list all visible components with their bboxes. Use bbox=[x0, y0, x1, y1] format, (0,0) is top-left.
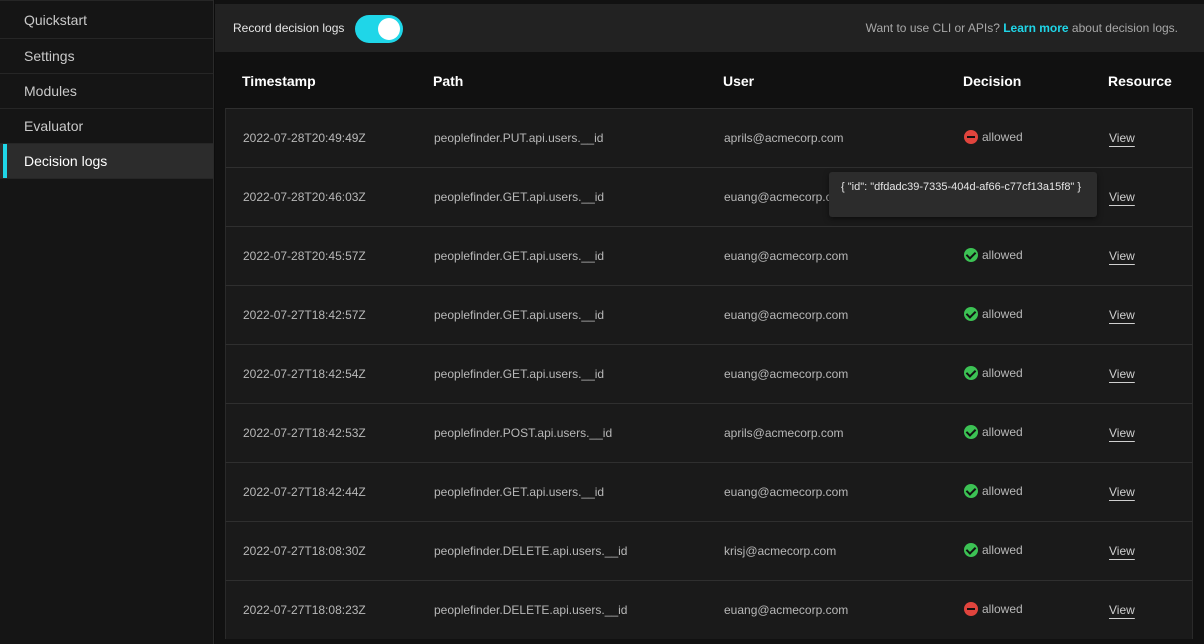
decision-cell: allowed bbox=[964, 543, 1023, 557]
sidebar: Quickstart Settings Modules Evaluator De… bbox=[0, 0, 214, 644]
timestamp-cell: 2022-07-28T20:45:57Z bbox=[243, 249, 366, 263]
user-cell: euang@acmecorp.com bbox=[724, 249, 849, 263]
table-row[interactable]: 2022-07-27T18:42:54Z peoplefinder.GET.api… bbox=[225, 344, 1193, 403]
timestamp-cell: 2022-07-27T18:08:30Z bbox=[243, 544, 366, 558]
decision-text: allowed bbox=[982, 130, 1023, 144]
user-cell: euang@acmecorp.com bbox=[724, 308, 849, 322]
user-cell: euang@acmecorp.com bbox=[724, 367, 849, 381]
timestamp-cell: 2022-07-27T18:42:44Z bbox=[243, 485, 366, 499]
resource-tooltip: { "id": "dfdadc39-7335-404d-af66-c77cf13… bbox=[829, 172, 1097, 217]
decision-text: allowed bbox=[982, 484, 1023, 498]
decision-text: allowed bbox=[982, 248, 1023, 262]
column-header-user: User bbox=[723, 73, 755, 89]
table-row[interactable]: 2022-07-28T20:49:49Z peoplefinder.PUT.api… bbox=[225, 108, 1193, 167]
decision-text: allowed bbox=[982, 602, 1023, 616]
path-cell: peoplefinder.GET.api.users.__id bbox=[434, 190, 605, 204]
view-resource-link[interactable]: View bbox=[1109, 190, 1135, 204]
timestamp-cell: 2022-07-27T18:42:57Z bbox=[243, 308, 366, 322]
view-resource-link[interactable]: View bbox=[1109, 426, 1135, 440]
table-row[interactable]: 2022-07-27T18:42:53Z peoplefinder.POST.ap… bbox=[225, 403, 1193, 462]
table-row[interactable]: 2022-07-27T18:42:44Z peoplefinder.GET.api… bbox=[225, 462, 1193, 521]
app-window: Quickstart Settings Modules Evaluator De… bbox=[0, 0, 1204, 644]
toggle-knob bbox=[378, 18, 400, 40]
path-cell: peoplefinder.GET.api.users.__id bbox=[434, 485, 605, 499]
path-cell: peoplefinder.DELETE.api.users.__id bbox=[434, 603, 628, 617]
help-text: Want to use CLI or APIs? Learn more abou… bbox=[866, 21, 1178, 35]
check-circle-icon bbox=[964, 425, 978, 439]
main-content: Record decision logs Want to use CLI or … bbox=[215, 0, 1204, 644]
sidebar-item-quickstart[interactable]: Quickstart bbox=[0, 0, 213, 39]
user-cell: euang@acmecorp.com bbox=[724, 485, 849, 499]
learn-more-link[interactable]: Learn more bbox=[1003, 21, 1068, 35]
timestamp-cell: 2022-07-27T18:42:54Z bbox=[243, 367, 366, 381]
column-header-resource: Resource bbox=[1108, 73, 1172, 89]
sidebar-item-evaluator[interactable]: Evaluator bbox=[0, 109, 213, 144]
decision-cell: allowed bbox=[964, 307, 1023, 321]
minus-circle-icon bbox=[964, 602, 978, 616]
minus-circle-icon bbox=[964, 130, 978, 144]
decision-cell: allowed bbox=[964, 366, 1023, 380]
view-resource-link[interactable]: View bbox=[1109, 544, 1135, 558]
timestamp-cell: 2022-07-28T20:49:49Z bbox=[243, 131, 366, 145]
column-header-path: Path bbox=[433, 73, 464, 89]
view-resource-link[interactable]: View bbox=[1109, 485, 1135, 499]
user-cell: aprils@acmecorp.com bbox=[724, 131, 844, 145]
path-cell: peoplefinder.GET.api.users.__id bbox=[434, 367, 605, 381]
table-header: Timestamp Path User Decision Resource bbox=[225, 58, 1193, 106]
user-cell: krisj@acmecorp.com bbox=[724, 544, 837, 558]
sidebar-item-modules[interactable]: Modules bbox=[0, 74, 213, 109]
table-row[interactable]: 2022-07-27T18:42:57Z peoplefinder.GET.api… bbox=[225, 285, 1193, 344]
view-resource-link[interactable]: View bbox=[1109, 308, 1135, 322]
view-resource-link[interactable]: View bbox=[1109, 249, 1135, 263]
path-cell: peoplefinder.POST.api.users.__id bbox=[434, 426, 613, 440]
decision-cell: allowed bbox=[964, 130, 1023, 144]
help-prefix: Want to use CLI or APIs? bbox=[865, 21, 1000, 35]
check-circle-icon bbox=[964, 543, 978, 557]
sidebar-item-label: Decision logs bbox=[24, 153, 108, 169]
timestamp-cell: 2022-07-27T18:42:53Z bbox=[243, 426, 366, 440]
decision-cell: allowed bbox=[964, 484, 1023, 498]
path-cell: peoplefinder.DELETE.api.users.__id bbox=[434, 544, 628, 558]
help-suffix: about decision logs. bbox=[1071, 21, 1178, 35]
decision-log-toolbar: Record decision logs Want to use CLI or … bbox=[215, 4, 1204, 52]
view-resource-link[interactable]: View bbox=[1109, 367, 1135, 381]
sidebar-item-label: Evaluator bbox=[24, 118, 84, 134]
decision-cell: allowed bbox=[964, 602, 1023, 616]
column-header-decision: Decision bbox=[963, 73, 1022, 89]
sidebar-item-label: Settings bbox=[24, 48, 75, 64]
sidebar-item-decision-logs[interactable]: Decision logs bbox=[0, 144, 213, 179]
decision-text: allowed bbox=[982, 543, 1023, 557]
check-circle-icon bbox=[964, 248, 978, 262]
timestamp-cell: 2022-07-28T20:46:03Z bbox=[243, 190, 366, 204]
path-cell: peoplefinder.GET.api.users.__id bbox=[434, 308, 605, 322]
column-header-timestamp: Timestamp bbox=[242, 73, 316, 89]
user-cell: euang@acmecorp.com bbox=[724, 603, 849, 617]
sidebar-item-settings[interactable]: Settings bbox=[0, 39, 213, 74]
timestamp-cell: 2022-07-27T18:08:23Z bbox=[243, 603, 366, 617]
check-circle-icon bbox=[964, 307, 978, 321]
decision-text: allowed bbox=[982, 307, 1023, 321]
sidebar-item-label: Quickstart bbox=[24, 12, 88, 28]
path-cell: peoplefinder.PUT.api.users.__id bbox=[434, 131, 604, 145]
sidebar-item-label: Modules bbox=[24, 83, 77, 99]
decision-text: allowed bbox=[982, 425, 1023, 439]
decision-cell: allowed bbox=[964, 248, 1023, 262]
table-row[interactable]: 2022-07-27T18:08:23Z peoplefinder.DELETE.… bbox=[225, 580, 1193, 639]
decision-text: allowed bbox=[982, 366, 1023, 380]
table-row[interactable]: 2022-07-28T20:45:57Z peoplefinder.GET.api… bbox=[225, 226, 1193, 285]
check-circle-icon bbox=[964, 366, 978, 380]
decision-cell: allowed bbox=[964, 425, 1023, 439]
table-row[interactable]: 2022-07-27T18:08:30Z peoplefinder.DELETE.… bbox=[225, 521, 1193, 580]
view-resource-link[interactable]: View bbox=[1109, 603, 1135, 617]
path-cell: peoplefinder.GET.api.users.__id bbox=[434, 249, 605, 263]
user-cell: aprils@acmecorp.com bbox=[724, 426, 844, 440]
record-decision-logs-toggle[interactable] bbox=[355, 15, 403, 43]
check-circle-icon bbox=[964, 484, 978, 498]
record-decision-logs-label: Record decision logs bbox=[233, 21, 345, 35]
view-resource-link[interactable]: View bbox=[1109, 131, 1135, 145]
